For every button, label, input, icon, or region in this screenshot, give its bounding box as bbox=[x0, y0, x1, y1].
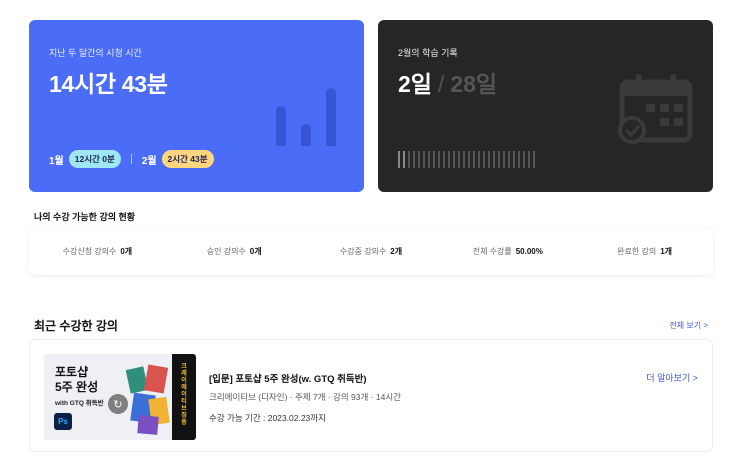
stat-value: 1개 bbox=[660, 247, 672, 256]
day-tick bbox=[513, 151, 515, 168]
day-tick bbox=[413, 151, 415, 168]
day-tick bbox=[438, 151, 440, 168]
stat-label: 수강신청 강의수 bbox=[62, 247, 117, 256]
day-tick bbox=[448, 151, 450, 168]
month-divider bbox=[130, 154, 132, 164]
stat-value: 0개 bbox=[120, 247, 133, 256]
bar-chart-icon bbox=[276, 68, 344, 146]
study-record-card: 2월의 학습 기록 2일 / 28일 bbox=[378, 20, 713, 192]
jan-value-badge: 12시간 0분 bbox=[68, 150, 121, 168]
day-tick bbox=[518, 151, 520, 168]
day-tick bbox=[523, 151, 525, 168]
view-all-link[interactable]: 전체 보기 > bbox=[669, 320, 708, 331]
course-name[interactable]: [입문] 포토샵 5주 완성(w. GTQ 취득반) bbox=[209, 371, 367, 385]
stats-box: 수강신청 강의수 0개 승인 강의수 0개 수강중 강의수 2개 전체 수강률 50.0… bbox=[29, 228, 713, 275]
stat-value: 50.00% bbox=[515, 247, 543, 256]
thumb-title-line: 포토샵 bbox=[55, 365, 89, 379]
day-tick bbox=[483, 151, 485, 168]
thumb-side-banner: 크레이에이티브 집중 bbox=[172, 354, 196, 440]
days-done: 2일 bbox=[398, 71, 432, 97]
stat-value: 0개 bbox=[249, 247, 262, 256]
day-tick bbox=[428, 151, 430, 168]
feb-value-badge: 2시간 43분 bbox=[161, 150, 214, 168]
stat-approved: 승인 강의수 0개 bbox=[166, 246, 303, 257]
day-tick bbox=[478, 151, 480, 168]
day-tick bbox=[418, 151, 420, 168]
day-tick bbox=[423, 151, 425, 168]
artwork-collage-image bbox=[125, 364, 170, 435]
day-tick bbox=[508, 151, 510, 168]
day-tick bbox=[493, 151, 495, 168]
course-card[interactable]: 포토샵 5주 완성 with GTQ 취득반 Ps ↻ 크레이에이티브 집중 [… bbox=[29, 339, 713, 452]
stat-label: 완료한 강의 bbox=[617, 247, 657, 256]
recent-courses-title: 최근 수강한 강의 bbox=[34, 319, 118, 333]
day-tick bbox=[503, 151, 505, 168]
thumb-side-text: 크레이에이티브 집중 bbox=[181, 364, 187, 426]
watch-time-card: 지난 두 달간의 시청 시간 14시간 43분 1월 12시간 0분 2월 2시… bbox=[29, 20, 364, 192]
learn-more-link[interactable]: 더 알아보기 > bbox=[646, 371, 698, 384]
thumb-title-line: 5주 완성 bbox=[55, 380, 99, 394]
day-tick bbox=[473, 151, 475, 168]
day-tick bbox=[468, 151, 470, 168]
day-tick bbox=[403, 151, 405, 168]
day-tick bbox=[398, 151, 400, 168]
day-tick bbox=[408, 151, 410, 168]
thumb-subtitle: with GTQ 취득반 bbox=[55, 400, 104, 407]
watch-time-total: 14시간 43분 bbox=[49, 71, 168, 97]
stat-in-progress: 수강중 강의수 2개 bbox=[303, 246, 440, 257]
days-slash: / bbox=[437, 71, 445, 97]
watch-time-label: 지난 두 달간의 시청 시간 bbox=[49, 48, 142, 58]
photoshop-icon: Ps bbox=[54, 413, 72, 430]
status-section-title: 나의 수강 가능한 강의 현황 bbox=[34, 212, 136, 222]
course-thumbnail[interactable]: 포토샵 5주 완성 with GTQ 취득반 Ps ↻ 크레이에이티브 집중 bbox=[44, 354, 196, 440]
day-tick bbox=[458, 151, 460, 168]
stat-applied: 수강신청 강의수 0개 bbox=[29, 246, 166, 257]
study-progress-ticks bbox=[398, 151, 535, 168]
jan-label: 1월 bbox=[49, 155, 64, 167]
thumb-title: 포토샵 5주 완성 bbox=[55, 365, 98, 395]
stat-completion-rate: 전체 수강률 50.00% bbox=[439, 246, 576, 257]
day-tick bbox=[528, 151, 530, 168]
day-tick bbox=[488, 151, 490, 168]
day-tick bbox=[453, 151, 455, 168]
course-meta: 크리에이티브 (디자인) · 주제 7개 · 강의 93개 · 14시간 bbox=[209, 392, 401, 402]
day-tick bbox=[463, 151, 465, 168]
study-days: 2일 / 28일 bbox=[398, 65, 497, 99]
monthly-breakdown: 1월 12시간 0분 2월 2시간 43분 bbox=[49, 150, 214, 168]
course-period: 수강 가능 기간 : 2023.02.23까지 bbox=[209, 413, 326, 423]
day-tick bbox=[433, 151, 435, 168]
stat-label: 승인 강의수 bbox=[206, 247, 246, 256]
days-total: 28일 bbox=[450, 71, 498, 97]
feb-label: 2월 bbox=[141, 155, 157, 167]
day-tick bbox=[533, 151, 535, 168]
stat-label: 수강중 강의수 bbox=[339, 247, 387, 256]
study-record-label: 2월의 학습 기록 bbox=[398, 48, 458, 58]
stat-completed: 완료한 강의 1개 bbox=[576, 246, 713, 257]
stat-label: 전체 수강률 bbox=[472, 247, 512, 256]
replay-icon[interactable]: ↻ bbox=[108, 394, 128, 414]
day-tick bbox=[498, 151, 500, 168]
calendar-check-icon bbox=[618, 74, 693, 144]
stat-value: 2개 bbox=[390, 247, 403, 256]
day-tick bbox=[443, 151, 445, 168]
